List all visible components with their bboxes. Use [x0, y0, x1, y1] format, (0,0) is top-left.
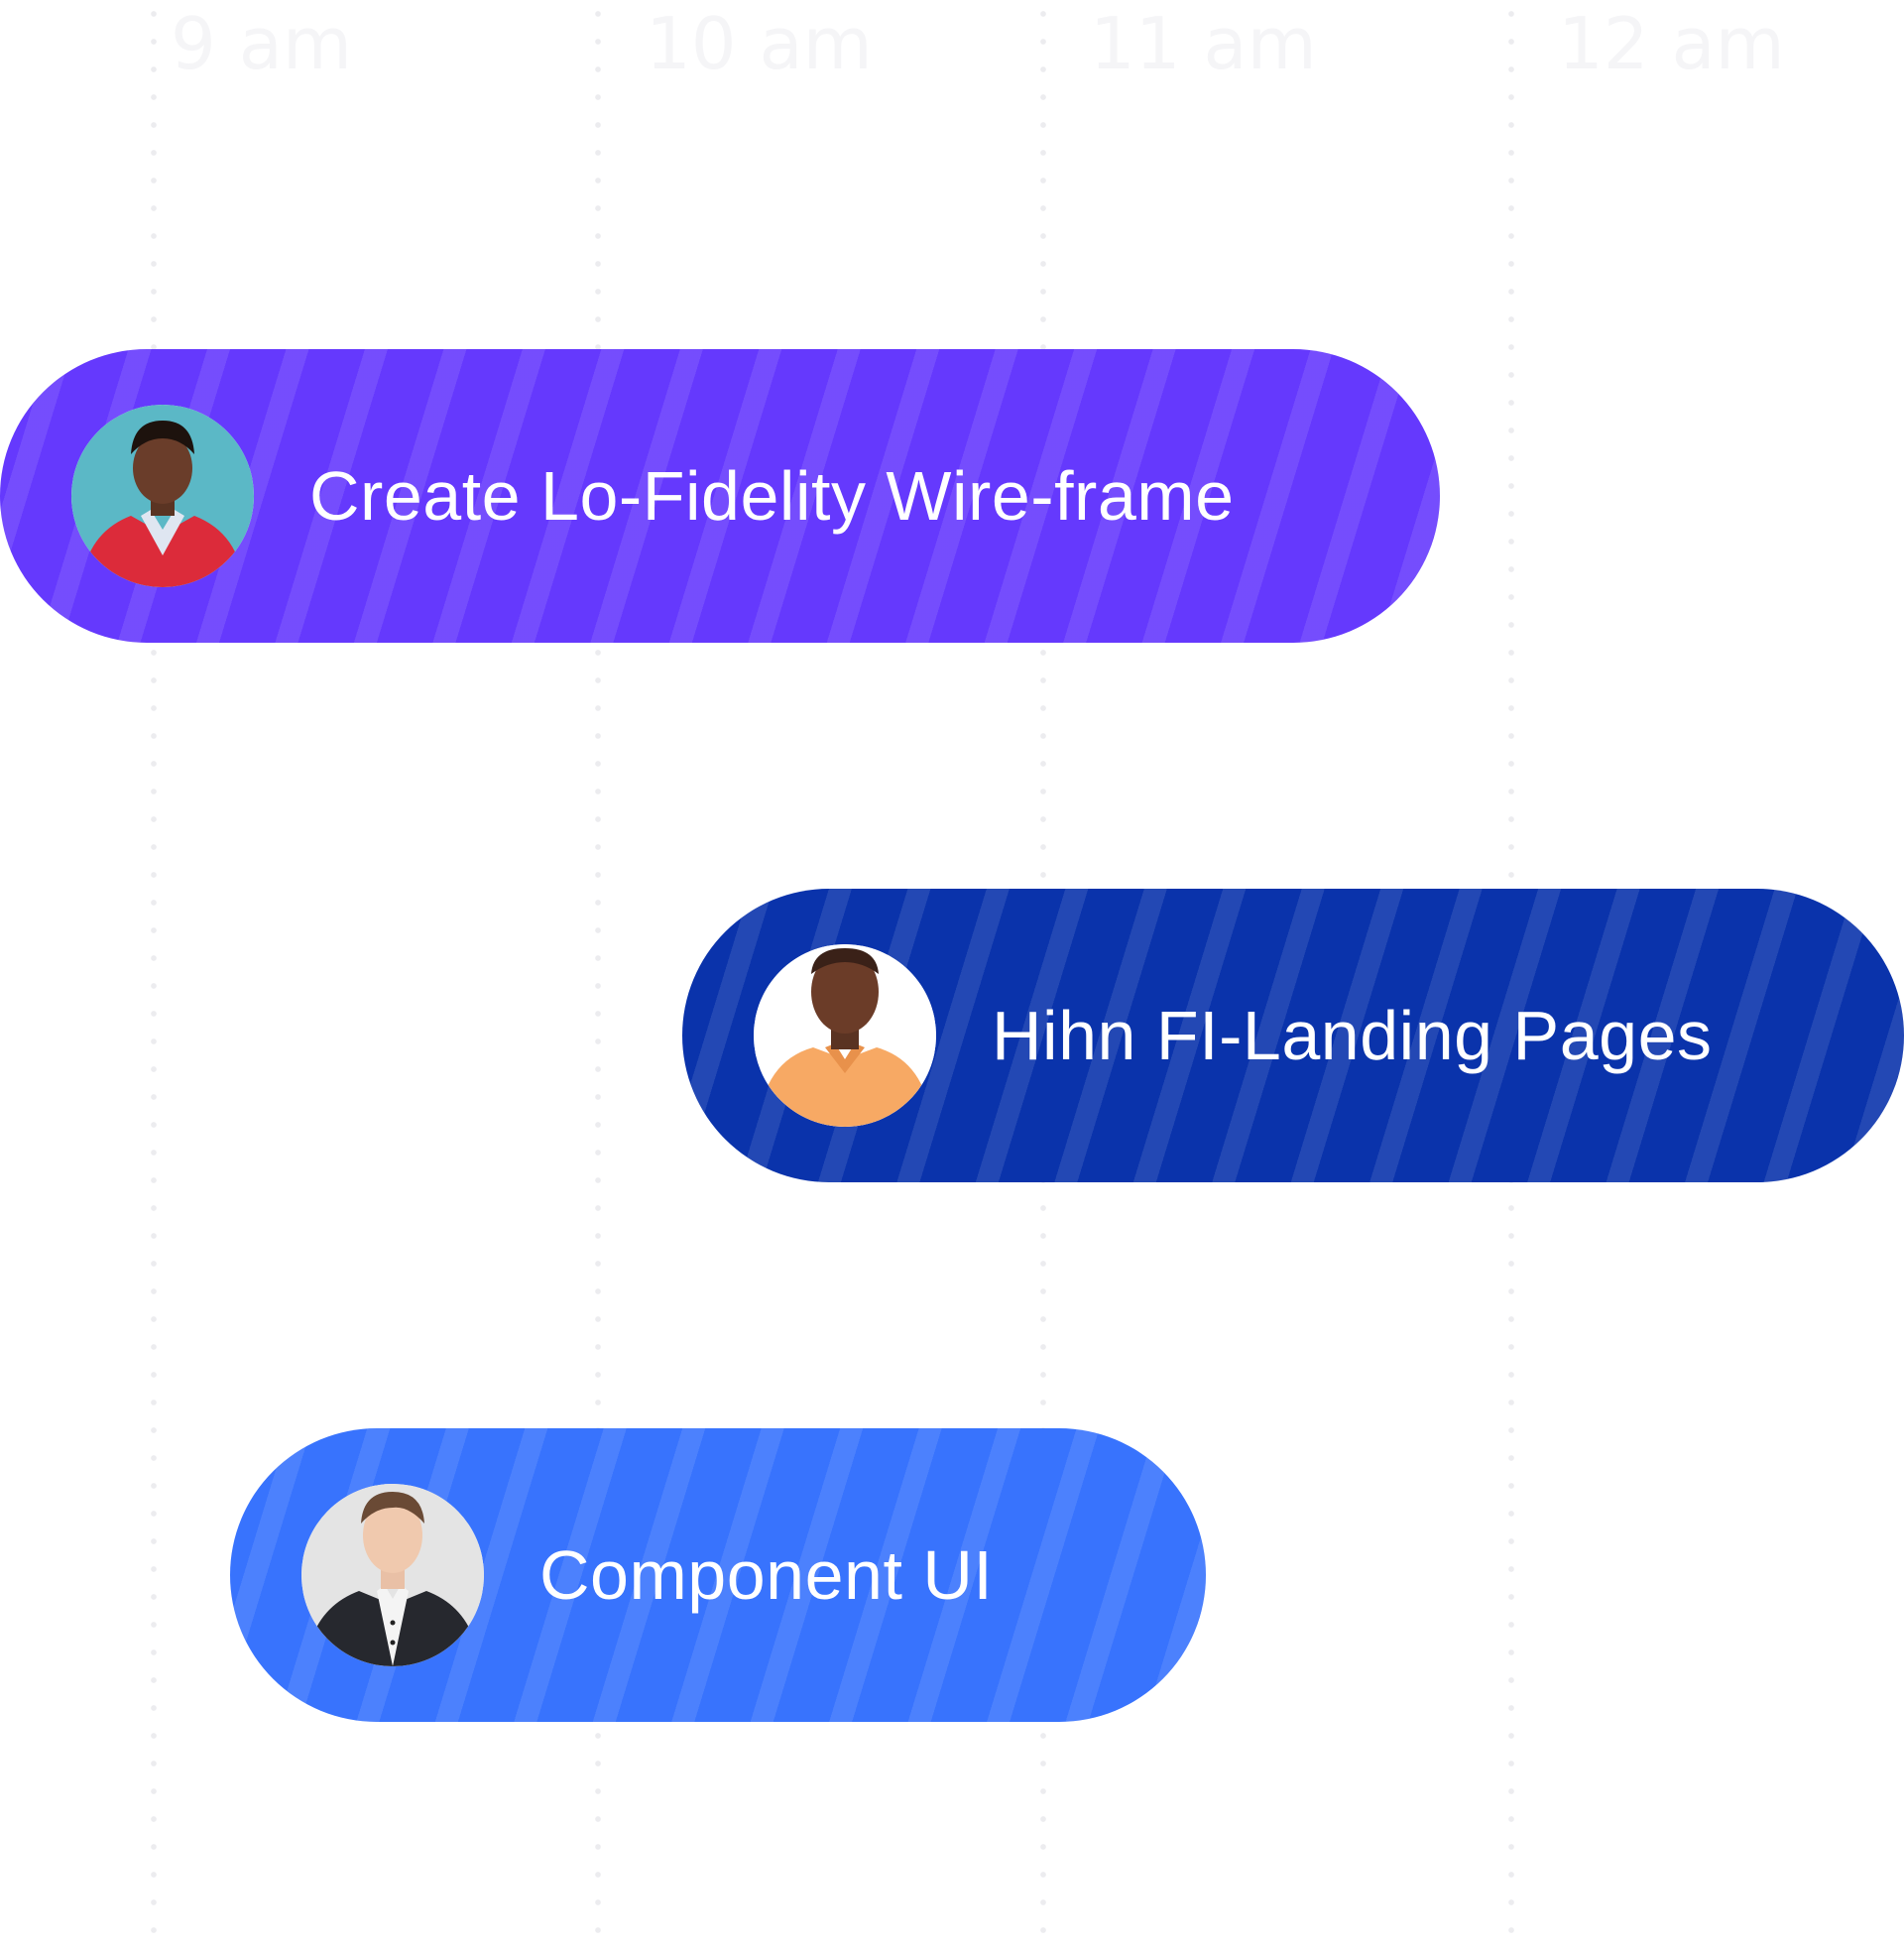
task-title: Create Lo-Fidelity Wire-frame: [309, 457, 1235, 535]
person-orange-polo-avatar: [754, 944, 936, 1127]
hour-label-10am: 10 am: [646, 2, 873, 85]
task-title: Hihn FI-Landing Pages: [992, 997, 1713, 1074]
person-red-sweater-avatar: [71, 405, 254, 587]
hour-gridline: [151, 0, 157, 1952]
task-bar-component-ui[interactable]: Component UI: [230, 1428, 1206, 1722]
task-bar-wireframe[interactable]: Create Lo-Fidelity Wire-frame: [0, 349, 1440, 643]
hour-label-9am: 9 am: [171, 2, 352, 85]
hour-label-11am: 11 am: [1090, 2, 1317, 85]
hour-label-12am: 12 am: [1558, 2, 1785, 85]
person-dark-suit-avatar: [301, 1484, 484, 1666]
task-bar-landing-pages[interactable]: Hihn FI-Landing Pages: [682, 889, 1904, 1182]
task-title: Component UI: [539, 1536, 994, 1614]
